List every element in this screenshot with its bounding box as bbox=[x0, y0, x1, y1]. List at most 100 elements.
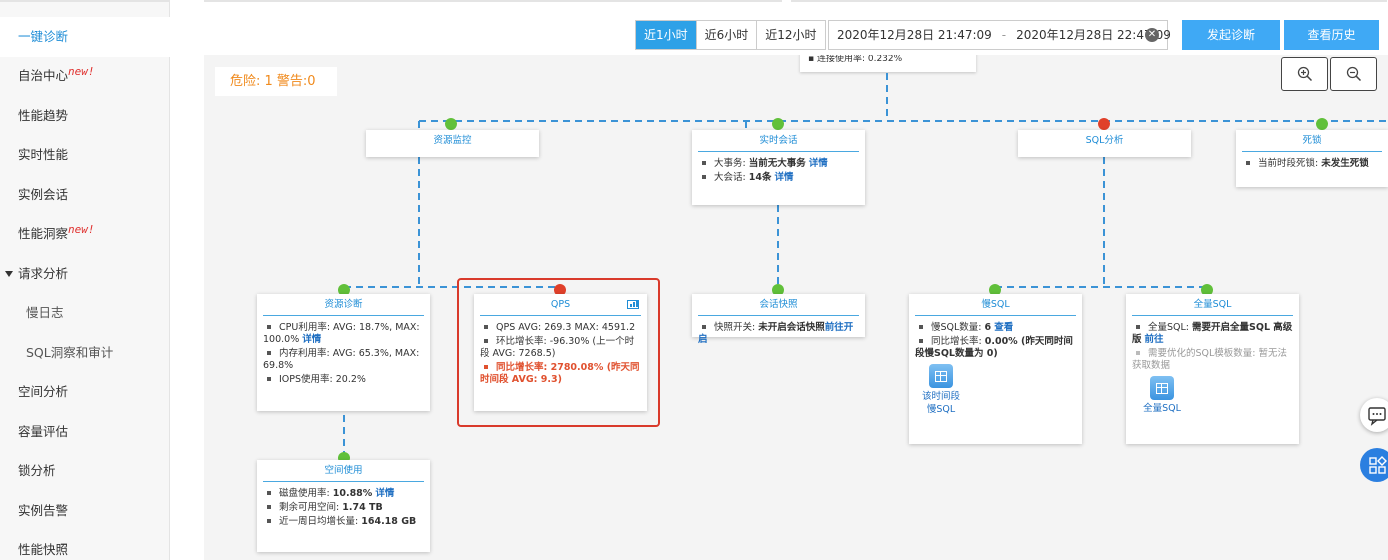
list-item: 剩余可用空间: 1.74 TB bbox=[263, 502, 424, 514]
sidebar-divider bbox=[0, 0, 170, 2]
card-title: SQL分析 bbox=[1085, 135, 1124, 146]
view-history-button[interactable]: 查看历史 bbox=[1284, 20, 1379, 50]
list-item: 内存利用率: AVG: 65.3%, MAX: 69.8% bbox=[263, 348, 420, 371]
header-divider bbox=[791, 0, 1387, 2]
diagnose-button[interactable]: 发起诊断 bbox=[1182, 20, 1280, 50]
shortcut-label: 慢SQL bbox=[926, 404, 956, 415]
start-time: 2020年12月28日 21:47:09 bbox=[837, 28, 992, 42]
table-icon bbox=[1150, 376, 1174, 400]
sidebar-item-instance-session[interactable]: 实例会话 bbox=[0, 175, 170, 215]
sidebar-item-label: 一键诊断 bbox=[18, 29, 69, 44]
details-link[interactable]: 详情 bbox=[375, 488, 394, 499]
range-1h-button[interactable]: 近1小时 bbox=[636, 21, 697, 49]
clear-icon[interactable]: ✕ bbox=[1145, 28, 1159, 42]
details-link[interactable]: 详情 bbox=[775, 172, 794, 183]
card-sql-analysis[interactable]: SQL分析 bbox=[1018, 130, 1191, 157]
sidebar-item-lock-analysis[interactable]: 锁分析 bbox=[0, 451, 170, 491]
card-slow-sql[interactable]: 慢SQL 慢SQL数量: 6 查看 同比增长率: 0.00% (昨天同时间段慢S… bbox=[909, 294, 1082, 444]
status-dot-ok bbox=[772, 118, 784, 130]
sidebar-item-instance-alert[interactable]: 实例告警 bbox=[0, 491, 170, 531]
card-title: 慢SQL bbox=[915, 294, 1076, 316]
sidebar-item-label: 容量评估 bbox=[18, 424, 69, 439]
sidebar-item-slow-log[interactable]: 慢日志 bbox=[0, 293, 170, 333]
list-item: 大事务: 当前无大事务 详情 bbox=[698, 158, 859, 170]
feedback-button[interactable] bbox=[1360, 398, 1388, 432]
sidebar-item-label: 锁分析 bbox=[18, 463, 56, 478]
status-dot-ok bbox=[1316, 118, 1328, 130]
list-item: 当前时段死锁: 未发生死锁 bbox=[1242, 158, 1382, 170]
range-12h-button[interactable]: 近12小时 bbox=[757, 21, 825, 49]
view-link[interactable]: 查看 bbox=[994, 322, 1013, 333]
sidebar-item-label: 实时性能 bbox=[18, 147, 69, 162]
go-link[interactable]: 前往 bbox=[1145, 334, 1164, 345]
slow-sql-shortcut[interactable]: 该时间段 慢SQL bbox=[921, 364, 961, 416]
card-title: 实时会话 bbox=[698, 130, 859, 152]
list-item: IOPS使用率: 20.2% bbox=[263, 374, 424, 386]
card-session-snapshot[interactable]: 会话快照 快照开关: 未开启会话快照前往开启 bbox=[692, 294, 865, 345]
card-resource-monitor[interactable]: 资源监控 bbox=[366, 130, 539, 157]
sidebar-item-autonomy-center[interactable]: 自治中心new! bbox=[0, 56, 170, 96]
sidebar: 一键诊断 自治中心new! 性能趋势 实时性能 实例会话 性能洞察new! 请求… bbox=[0, 0, 171, 560]
card-title: 资源诊断 bbox=[263, 294, 424, 316]
card-title: 空间使用 bbox=[263, 460, 424, 482]
card-title: 全量SQL bbox=[1132, 294, 1293, 316]
card-deadlock[interactable]: 死锁 当前时段死锁: 未发生死锁 bbox=[1236, 130, 1388, 187]
sidebar-item-sql-insight[interactable]: SQL洞察和审计 bbox=[0, 333, 170, 373]
header-divider bbox=[204, 0, 782, 2]
sidebar-item-realtime-performance[interactable]: 实时性能 bbox=[0, 135, 170, 175]
diagnosis-canvas[interactable]: ▪ 连接使用率: 0.232% 危险: 1 警告:0 资源监控 实时会话 大事务… bbox=[204, 55, 1388, 560]
sidebar-item-label: SQL洞察和审计 bbox=[26, 345, 114, 360]
card-title: 资源监控 bbox=[433, 135, 472, 146]
sidebar-item-label: 空间分析 bbox=[18, 384, 69, 399]
shortcut-label: 全量SQL bbox=[1143, 403, 1181, 414]
sidebar-item-label: 自治中心 bbox=[18, 68, 69, 83]
sidebar-item-performance-insight[interactable]: 性能洞察new! bbox=[0, 214, 170, 254]
card-title: 会话快照 bbox=[698, 294, 859, 316]
sidebar-item-performance-trend[interactable]: 性能趋势 bbox=[0, 96, 170, 136]
shortcut-label: 该时间段 bbox=[921, 391, 960, 402]
date-range-picker[interactable]: 2020年12月28日 21:47:09-2020年12月28日 22:47:0… bbox=[828, 20, 1171, 50]
main-panel: 近1小时 近6小时 近12小时 2020年12月28日 21:47:09-202… bbox=[171, 0, 1388, 560]
status-dot-danger bbox=[1098, 118, 1110, 130]
list-item: 全量SQL: 需要开启全量SQL 高级版 前往 bbox=[1132, 322, 1293, 345]
list-item: 慢SQL数量: 6 查看 bbox=[915, 322, 1076, 334]
range-6h-button[interactable]: 近6小时 bbox=[696, 21, 758, 49]
caret-down-icon bbox=[5, 271, 13, 277]
toolbar: 近1小时 近6小时 近12小时 2020年12月28日 21:47:09-202… bbox=[171, 20, 1388, 50]
card-space-usage[interactable]: 空间使用 磁盘使用率: 10.88% 详情 剩余可用空间: 1.74 TB 近一… bbox=[257, 460, 430, 552]
list-item: 大会话: 14条 详情 bbox=[698, 172, 859, 184]
new-badge: new! bbox=[68, 64, 95, 78]
sidebar-item-label: 性能洞察 bbox=[18, 226, 69, 241]
sidebar-item-request-analysis[interactable]: 请求分析 bbox=[0, 254, 170, 294]
sidebar-item-space-analysis[interactable]: 空间分析 bbox=[0, 372, 170, 412]
card-realtime-session[interactable]: 实时会话 大事务: 当前无大事务 详情 大会话: 14条 详情 bbox=[692, 130, 865, 205]
full-sql-shortcut[interactable]: 全量SQL bbox=[1142, 376, 1182, 415]
chat-icon bbox=[1368, 407, 1386, 426]
details-link[interactable]: 详情 bbox=[302, 334, 321, 345]
sidebar-item-performance-snapshot[interactable]: 性能快照 bbox=[0, 530, 170, 560]
apps-icon bbox=[1369, 456, 1387, 474]
sidebar-item-label: 慢日志 bbox=[26, 305, 64, 320]
list-item: 需要优化的SQL模板数量: 暂无法获取数据 bbox=[1132, 348, 1288, 371]
date-separator: - bbox=[1001, 28, 1007, 42]
sidebar-item-label: 请求分析 bbox=[18, 266, 69, 281]
status-dot-ok bbox=[445, 118, 457, 130]
list-item: CPU利用率: AVG: 18.7%, MAX: 100.0% 详情 bbox=[263, 322, 420, 345]
table-icon bbox=[929, 364, 953, 388]
sidebar-item-label: 实例会话 bbox=[18, 187, 69, 202]
time-range-group: 近1小时 近6小时 近12小时 bbox=[635, 20, 826, 50]
list-item: 近一周日均增长量: 164.18 GB bbox=[263, 516, 424, 528]
sidebar-item-label: 性能趋势 bbox=[18, 108, 69, 123]
card-full-sql[interactable]: 全量SQL 全量SQL: 需要开启全量SQL 高级版 前往 需要优化的SQL模板… bbox=[1126, 294, 1299, 444]
sidebar-item-label: 性能快照 bbox=[18, 542, 69, 557]
sidebar-item-one-click-diagnosis[interactable]: 一键诊断 bbox=[0, 17, 171, 57]
sidebar-item-capacity[interactable]: 容量评估 bbox=[0, 412, 170, 452]
list-item: 磁盘使用率: 10.88% 详情 bbox=[263, 488, 424, 500]
apps-button[interactable] bbox=[1360, 448, 1388, 482]
card-resource-diagnosis[interactable]: 资源诊断 CPU利用率: AVG: 18.7%, MAX: 100.0% 详情 … bbox=[257, 294, 430, 411]
danger-highlight-frame bbox=[457, 278, 660, 427]
list-item: 同比增长率: 0.00% (昨天同时间段慢SQL数量为 0) bbox=[915, 336, 1073, 359]
details-link[interactable]: 详情 bbox=[809, 158, 828, 169]
list-item: 快照开关: 未开启会话快照前往开启 bbox=[698, 322, 854, 345]
sidebar-item-label: 实例告警 bbox=[18, 503, 69, 518]
